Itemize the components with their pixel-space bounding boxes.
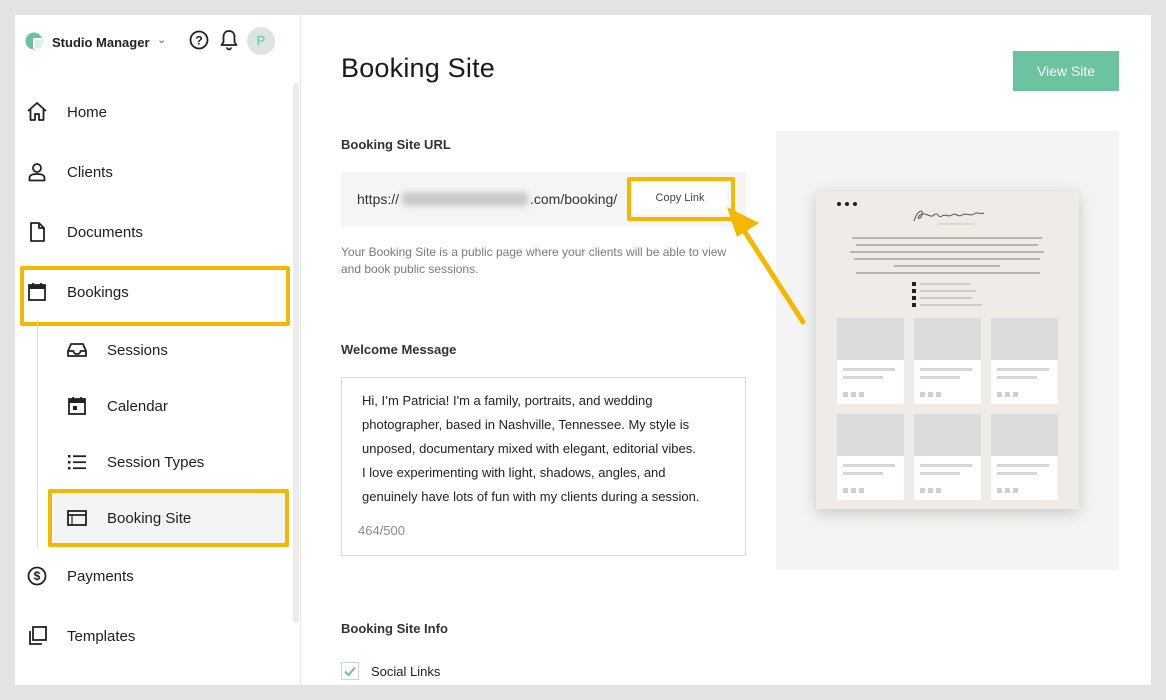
studio-manager-logo-icon: [25, 32, 43, 50]
message-line: photographer, based in Nashville, Tennes…: [362, 417, 690, 432]
booking-site-preview: [776, 131, 1119, 570]
sidebar-item-label: Session Types: [107, 453, 205, 471]
welcome-message-label: Welcome Message: [341, 342, 457, 357]
social-links-checkbox[interactable]: [341, 662, 359, 680]
sidebar-item-bookings[interactable]: Bookings: [15, 270, 285, 314]
home-icon: [27, 102, 47, 121]
redacted-subdomain: [402, 192, 528, 206]
calendar-icon: [28, 283, 46, 301]
inbox-icon: [67, 343, 87, 357]
sidebar: Studio Manager ⌄ ? P Home Clients Docume…: [15, 15, 301, 685]
user-icon: [28, 163, 46, 182]
sidebar-item-label: Bookings: [67, 283, 129, 301]
browser-icon: [67, 510, 87, 526]
social-links-option[interactable]: Social Links: [341, 661, 440, 681]
svg-text:$: $: [34, 569, 41, 583]
welcome-message-textarea[interactable]: Hi, I’m Patricia! I'm a family, portrait…: [341, 377, 746, 556]
character-count: 464/500: [358, 523, 405, 538]
booking-site-info-label: Booking Site Info: [341, 621, 448, 636]
preview-session-tile: [837, 318, 904, 404]
sidebar-item-payments[interactable]: $ Payments: [15, 554, 285, 598]
preview-session-tile: [837, 414, 904, 500]
helper-text: Your Booking Site is a public page where…: [341, 245, 727, 276]
preview-session-tile: [914, 318, 981, 404]
chevron-down-icon[interactable]: ⌄: [157, 33, 166, 46]
topbar: Studio Manager ⌄ ? P: [25, 27, 285, 57]
avatar[interactable]: P: [247, 27, 275, 55]
booking-site-url-label: Booking Site URL: [341, 137, 451, 152]
bell-icon[interactable]: [219, 29, 239, 51]
document-icon: [30, 222, 45, 242]
sidebar-item-label: Templates: [67, 627, 136, 645]
message-line: I love experimenting with light, shadows…: [362, 465, 666, 480]
social-links-label: Social Links: [371, 663, 441, 679]
social-icons: [837, 202, 857, 206]
app-window: Studio Manager ⌄ ? P Home Clients Docume…: [15, 15, 1151, 685]
sidebar-item-session-types[interactable]: Session Types: [15, 440, 285, 484]
list-icon: [68, 455, 86, 470]
calendar-day-icon: [68, 397, 86, 415]
message-line: unposed, documentary mixed with elegant,…: [362, 441, 696, 456]
booking-url-field[interactable]: https:// .com/booking/ Copy Link: [341, 172, 746, 227]
checkmark-icon: [344, 666, 356, 677]
help-icon[interactable]: ?: [189, 30, 209, 50]
preview-page-thumbnail: [816, 191, 1079, 509]
view-site-button[interactable]: View Site: [1013, 51, 1119, 91]
sidebar-item-documents[interactable]: Documents: [15, 210, 285, 254]
sidebar-item-templates[interactable]: Templates: [15, 614, 285, 658]
templates-icon: [29, 626, 47, 645]
welcome-message-text: Hi, I’m Patricia! I'm a family, portrait…: [362, 389, 734, 509]
sidebar-item-label: Booking Site: [107, 509, 192, 527]
sidebar-item-sessions[interactable]: Sessions: [15, 328, 285, 372]
page-title: Booking Site: [341, 53, 495, 83]
annotation-arrow-icon: [727, 207, 806, 325]
preview-session-tile: [991, 414, 1058, 500]
sidebar-item-calendar[interactable]: Calendar: [15, 384, 285, 428]
copy-link-button[interactable]: Copy Link: [632, 182, 728, 214]
sidebar-item-label: Clients: [67, 163, 113, 181]
sidebar-item-label: Payments: [67, 567, 134, 585]
sidebar-item-booking-site[interactable]: Booking Site: [15, 496, 285, 540]
sidebar-item-label: Documents: [67, 223, 143, 241]
sidebar-item-clients[interactable]: Clients: [15, 150, 285, 194]
message-line: genuinely have lots of fun with my clien…: [362, 489, 700, 504]
sidebar-item-label: Home: [67, 103, 108, 121]
preview-session-tile: [991, 318, 1058, 404]
sidebar-item-home[interactable]: Home: [15, 90, 285, 134]
preview-session-tile: [914, 414, 981, 500]
brand-name[interactable]: Studio Manager: [52, 35, 150, 50]
svg-text:?: ?: [195, 34, 202, 48]
dollar-circle-icon: $: [27, 566, 47, 586]
sidebar-scrollbar[interactable]: [293, 83, 299, 623]
url-prefix: https://: [357, 191, 400, 207]
sidebar-item-label: Calendar: [107, 397, 168, 415]
sidebar-item-label: Sessions: [107, 341, 168, 359]
message-line: Hi, I’m Patricia! I'm a family, portrait…: [362, 393, 653, 408]
url-suffix: .com/booking/: [530, 191, 618, 207]
signature-logo: [913, 210, 985, 225]
